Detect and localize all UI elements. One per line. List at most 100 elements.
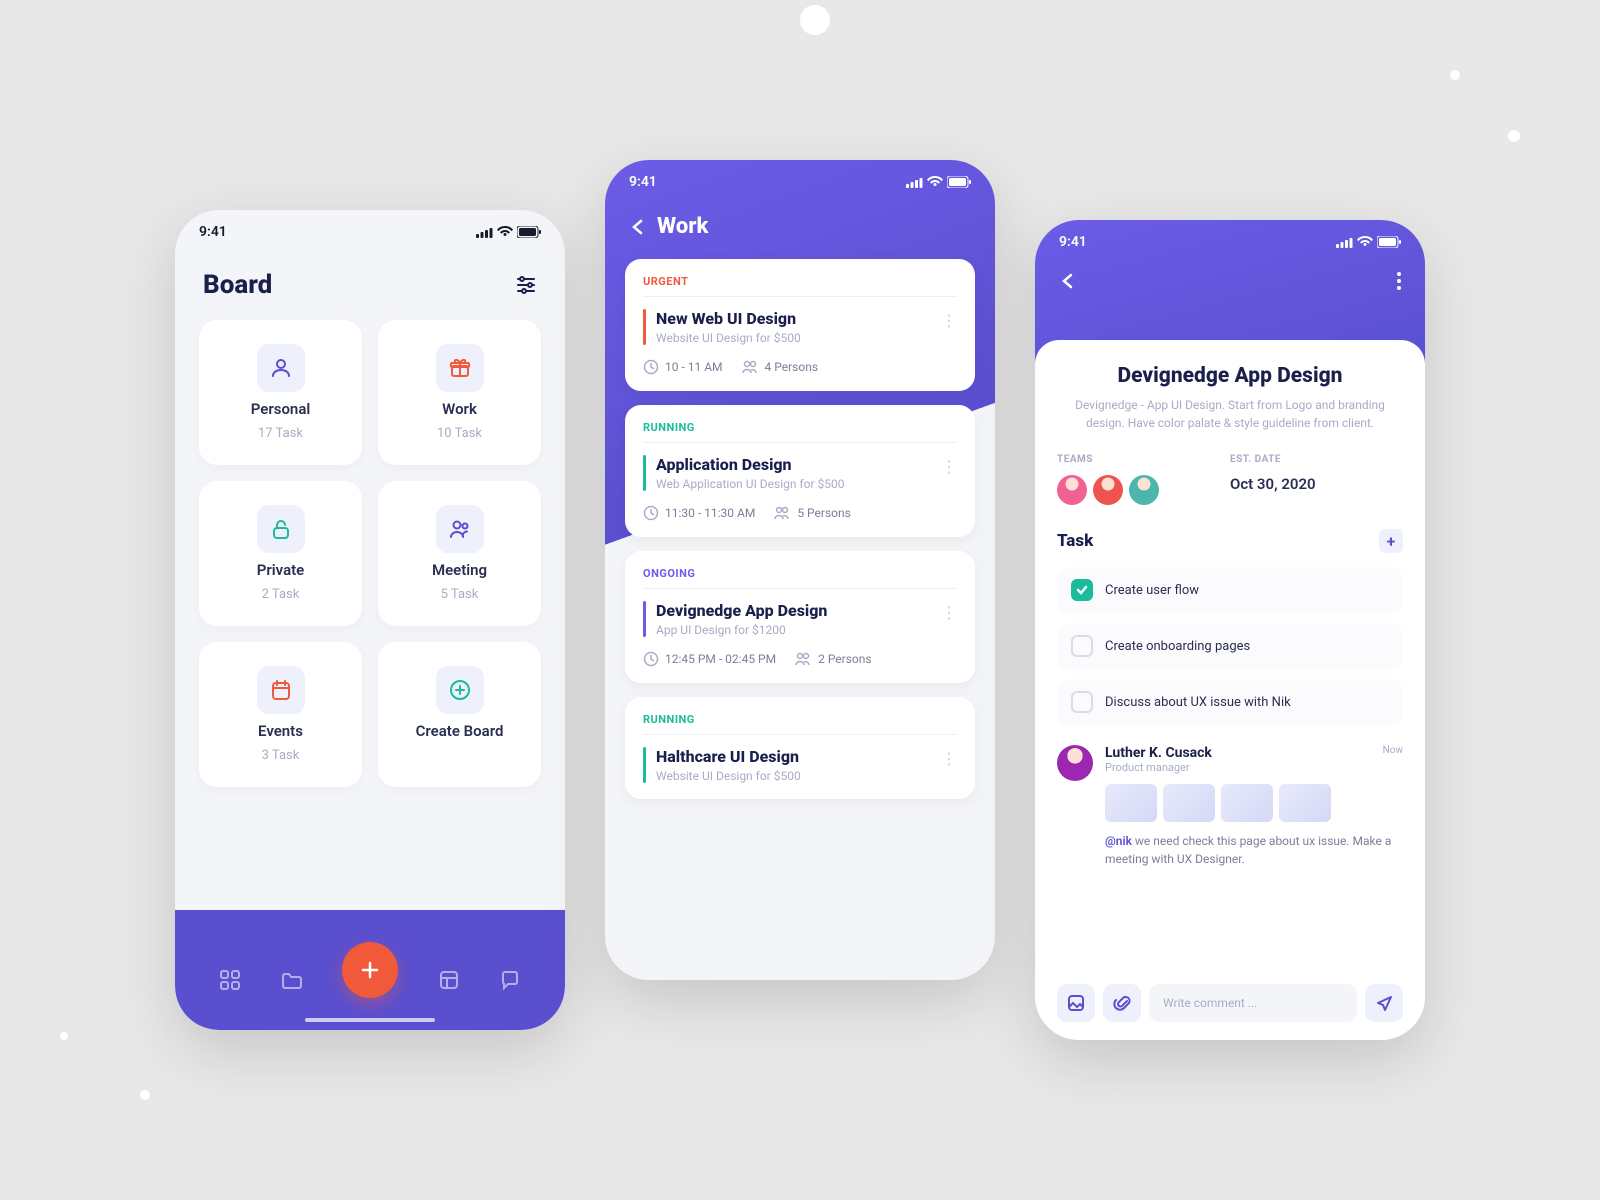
priority-bar [643,747,646,783]
filter-icon[interactable] [515,274,537,296]
status-bar: 9:41 [175,210,565,254]
wifi-icon [927,176,943,188]
task-title: Application Design [656,455,957,474]
task-time: 11:30 - 11:30 AM [665,506,755,520]
status-bar: 9:41 [605,160,995,204]
checklist-text: Discuss about UX issue with Nik [1105,695,1291,710]
people-icon [794,651,812,667]
attachment-thumb[interactable] [1105,784,1157,822]
card-title: Meeting [432,561,487,579]
plus-circle-icon [448,678,472,702]
page-title: Board [203,270,272,300]
chat-icon[interactable] [499,969,521,991]
date-label: EST. DATE [1230,454,1403,465]
status-icons [1336,236,1401,248]
back-icon[interactable] [1059,272,1077,290]
wifi-icon [1357,236,1373,248]
wifi-icon [497,226,513,238]
est-date: Oct 30, 2020 [1230,475,1403,493]
card-title: Events [258,722,303,740]
attachment-thumb[interactable] [1279,784,1331,822]
task-card[interactable]: URGENT New Web UI Design Website UI Desi… [625,259,975,391]
project-title: Devignedge App Design [1057,364,1403,388]
signal-icon [1336,237,1353,248]
more-vertical-icon[interactable]: ⋮ [941,603,957,622]
grid-icon[interactable] [219,969,241,991]
comment-input-bar: Write comment ... [1057,984,1403,1022]
layout-icon[interactable] [438,969,460,991]
task-card[interactable]: RUNNING Application Design Web Applicati… [625,405,975,537]
people-icon [773,505,791,521]
card-title: Personal [251,400,311,418]
section-label: URGENT [643,275,957,297]
task-subtitle: App UI Design for $1200 [656,623,957,637]
task-time: 10 - 11 AM [665,360,723,374]
board-card-private[interactable]: Private 2 Task [199,481,362,626]
attachment-thumb[interactable] [1163,784,1215,822]
gift-icon [448,356,472,380]
priority-bar [643,455,646,491]
clock-icon [643,651,659,667]
card-title: Work [442,400,477,418]
card-subtitle: 3 Task [262,748,300,763]
board-card-meeting[interactable]: Meeting 5 Task [378,481,541,626]
task-title: Halthcare UI Design [656,747,957,766]
status-time: 9:41 [629,174,657,190]
folder-icon[interactable] [280,969,302,991]
calendar-icon [269,678,293,702]
clock-icon [643,359,659,375]
checkbox[interactable] [1071,691,1093,713]
commenter-role: Product manager [1105,761,1212,774]
board-card-work[interactable]: Work 10 Task [378,320,541,465]
checklist-item[interactable]: Create onboarding pages [1057,623,1403,669]
priority-bar [643,309,646,345]
fab-add-button[interactable] [342,942,398,998]
card-title: Private [257,561,305,579]
checkbox[interactable] [1071,579,1093,601]
checklist-text: Create user flow [1105,583,1199,598]
checklist-item[interactable]: Create user flow [1057,567,1403,613]
board-card-events[interactable]: Events 3 Task [199,642,362,787]
battery-icon [1377,236,1401,248]
commenter-avatar[interactable] [1057,745,1093,781]
avatar[interactable] [1057,475,1087,505]
status-time: 9:41 [199,224,227,240]
task-title: New Web UI Design [656,309,957,328]
mention[interactable]: @nik [1105,834,1132,848]
task-card[interactable]: ONGOING Devignedge App Design App UI Des… [625,551,975,683]
attachment-thumb[interactable] [1221,784,1273,822]
card-subtitle: 2 Task [262,587,300,602]
back-icon[interactable] [629,218,647,236]
comment-time: Now [1383,745,1403,756]
commenter-name: Luther K. Cusack [1105,745,1212,761]
card-title: Create Board [416,722,504,740]
section-label: RUNNING [643,421,957,443]
status-bar: 9:41 [1035,220,1425,264]
board-card-personal[interactable]: Personal 17 Task [199,320,362,465]
image-button[interactable] [1057,984,1095,1022]
attach-button[interactable] [1103,984,1141,1022]
status-icons [476,226,541,238]
checklist-item[interactable]: Discuss about UX issue with Nik [1057,679,1403,725]
add-task-button[interactable]: + [1379,529,1403,553]
clock-icon [643,505,659,521]
task-card[interactable]: RUNNING Halthcare UI Design Website UI D… [625,697,975,799]
more-vertical-icon[interactable]: ⋮ [941,457,957,476]
avatar[interactable] [1093,475,1123,505]
more-vertical-icon[interactable] [1397,272,1401,290]
task-persons: 5 Persons [797,506,851,520]
comment-input[interactable]: Write comment ... [1149,984,1357,1022]
send-button[interactable] [1365,984,1403,1022]
board-card-create[interactable]: Create Board [378,642,541,787]
avatar[interactable] [1129,475,1159,505]
checkbox[interactable] [1071,635,1093,657]
project-description: Devignedge - App UI Design. Start from L… [1057,396,1403,432]
more-vertical-icon[interactable]: ⋮ [941,749,957,768]
people-icon [741,359,759,375]
more-vertical-icon[interactable]: ⋮ [941,311,957,330]
detail-screen: 9:41 Devignedge App Design Devignedge - … [1035,220,1425,1040]
task-checklist: Create user flow Create onboarding pages… [1057,567,1403,725]
section-label: RUNNING [643,713,957,735]
teams-label: TEAMS [1057,454,1230,465]
task-title: Devignedge App Design [656,601,957,620]
